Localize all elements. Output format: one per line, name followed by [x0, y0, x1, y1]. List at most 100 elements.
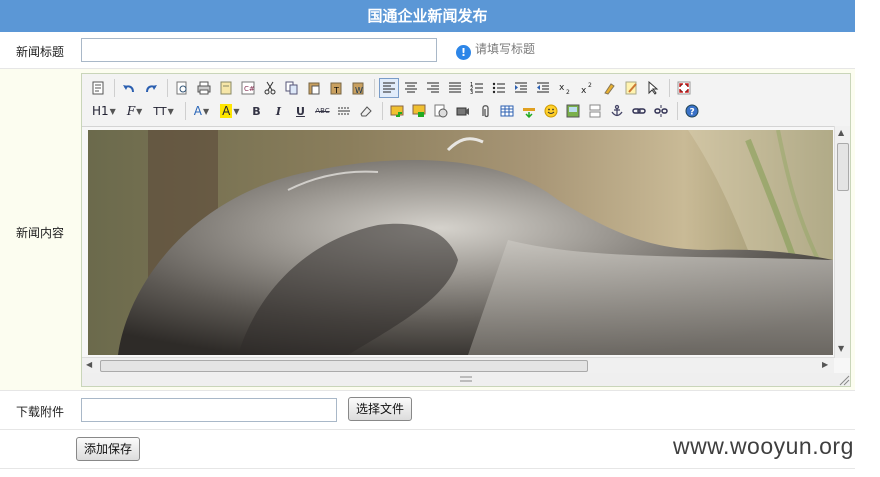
info-icon: !: [456, 45, 471, 60]
redo-icon[interactable]: [141, 78, 161, 98]
cut-icon[interactable]: [260, 78, 280, 98]
align-left-icon[interactable]: [379, 78, 399, 98]
hr-icon[interactable]: [334, 101, 354, 121]
title-hint: ! 请填写标题: [456, 40, 536, 60]
insert-hr-icon[interactable]: [519, 101, 539, 121]
toolbar-separator: [382, 102, 384, 120]
paste-text-icon[interactable]: T: [326, 78, 346, 98]
horizontal-scroll-thumb[interactable]: [100, 360, 588, 372]
font-size-dropdown[interactable]: TT ▼: [149, 101, 177, 121]
fullscreen-icon[interactable]: [674, 78, 694, 98]
editor-content-area[interactable]: [88, 130, 833, 355]
link-icon[interactable]: [629, 101, 649, 121]
chevron-down-icon: ▼: [167, 106, 174, 116]
title-hint-text: 请填写标题: [475, 42, 536, 56]
title-input[interactable]: [81, 38, 437, 62]
editor-toolbar: C# T W 123 x2 x2 H1 ▼ F ▼ TT ▼ A ▼ A ▼ B…: [82, 74, 850, 127]
font-family-dropdown-label: F: [126, 104, 136, 118]
flash-icon[interactable]: [431, 101, 451, 121]
font-family-dropdown[interactable]: F ▼: [123, 101, 146, 121]
scroll-right-icon[interactable]: ▶: [822, 360, 828, 369]
scroll-up-icon[interactable]: ▲: [838, 128, 844, 137]
justify-icon[interactable]: [445, 78, 465, 98]
scroll-down-icon[interactable]: ▼: [838, 344, 844, 353]
highlight-dropdown[interactable]: A ▼: [216, 101, 243, 121]
code-icon[interactable]: C#: [238, 78, 258, 98]
chevron-down-icon: ▼: [136, 106, 143, 116]
font-size-dropdown-label: TT: [153, 104, 167, 118]
svg-text:2: 2: [588, 82, 592, 89]
emoticon-icon[interactable]: [541, 101, 561, 121]
title-row: 新闻标题 ! 请填写标题: [0, 32, 855, 69]
attachment-label: 下载附件: [15, 405, 64, 419]
file-path-input[interactable]: [81, 398, 337, 422]
vertical-scroll-thumb[interactable]: [837, 143, 849, 191]
template-icon[interactable]: [216, 78, 236, 98]
indent-icon[interactable]: [511, 78, 531, 98]
heading-dropdown[interactable]: H1 ▼: [88, 101, 120, 121]
preview-icon[interactable]: [172, 78, 192, 98]
paste-icon[interactable]: [304, 78, 324, 98]
align-right-icon[interactable]: [423, 78, 443, 98]
toolbar-row-1: C# T W 123 x2 x2: [88, 77, 696, 99]
content-row: 新闻内容 C# T W 1 2 3 x 2 x 2 H1 ▼ F ▼ TT ▼ …: [0, 69, 855, 391]
svg-text:2: 2: [566, 89, 570, 95]
help-icon[interactable]: ?: [682, 101, 702, 121]
heading-dropdown-label: H1: [92, 104, 109, 118]
media-icon[interactable]: [453, 101, 473, 121]
clear-format-icon[interactable]: [599, 78, 619, 98]
attachment-row: 下载附件 选择文件: [0, 391, 855, 430]
attachment-icon[interactable]: [475, 101, 495, 121]
outdent-icon[interactable]: [533, 78, 553, 98]
svg-text:W: W: [355, 86, 363, 95]
svg-text:C#: C#: [244, 85, 255, 93]
underline-button[interactable]: U: [290, 101, 310, 121]
ordered-list-icon[interactable]: 123: [467, 78, 487, 98]
toolbar-separator: [184, 102, 186, 120]
underline-button-label: U: [296, 104, 305, 118]
vertical-scrollbar[interactable]: ▲ ▼: [834, 126, 850, 358]
undo-icon[interactable]: [119, 78, 139, 98]
anchor-icon[interactable]: [607, 101, 627, 121]
toolbar-separator: [677, 102, 679, 120]
strikethrough-button[interactable]: ABC: [312, 101, 332, 121]
page-title: 国通企业新闻发布: [0, 0, 855, 32]
toolbar-row-2: H1 ▼ F ▼ TT ▼ A ▼ A ▼ B I U ABC ?: [88, 100, 704, 122]
koala-photo: [88, 130, 833, 355]
superscript-icon[interactable]: x2: [577, 78, 597, 98]
eraser-icon[interactable]: [356, 101, 376, 121]
copy-icon[interactable]: [282, 78, 302, 98]
multi-image-icon[interactable]: [409, 101, 429, 121]
highlight-dropdown-label: A: [220, 104, 233, 118]
bold-button[interactable]: B: [246, 101, 266, 121]
bold-button-label: B: [252, 104, 261, 118]
strikethrough-button-label: ABC: [315, 107, 330, 115]
paste-word-icon[interactable]: W: [348, 78, 368, 98]
picture-icon[interactable]: [563, 101, 583, 121]
toolbar-separator: [114, 79, 115, 97]
print-icon[interactable]: [194, 78, 214, 98]
editor-resize-handle[interactable]: [82, 373, 850, 386]
font-color-dropdown[interactable]: A ▼: [190, 101, 213, 121]
align-center-icon[interactable]: [401, 78, 421, 98]
horizontal-scrollbar[interactable]: ◀ ▶: [82, 357, 834, 373]
scroll-left-icon[interactable]: ◀: [86, 360, 92, 369]
page-break-icon[interactable]: [585, 101, 605, 121]
title-label: 新闻标题: [15, 45, 64, 59]
choose-file-button[interactable]: 选择文件: [348, 397, 413, 421]
image-icon[interactable]: [387, 101, 407, 121]
unordered-list-icon[interactable]: [489, 78, 509, 98]
unlink-icon[interactable]: [651, 101, 671, 121]
select-all-icon[interactable]: [621, 78, 641, 98]
source-icon[interactable]: [88, 78, 108, 98]
italic-button[interactable]: I: [268, 101, 288, 121]
subscript-icon[interactable]: x2: [555, 78, 575, 98]
pointer-icon[interactable]: [643, 78, 663, 98]
save-button[interactable]: 添加保存: [76, 437, 141, 461]
toolbar-separator: [374, 79, 375, 97]
svg-text:?: ?: [690, 108, 695, 118]
news-publish-form: 国通企业新闻发布 新闻标题 ! 请填写标题 新闻内容 C# T W 1 2 3 …: [0, 0, 855, 469]
svg-text:T: T: [333, 86, 339, 95]
table-icon[interactable]: [497, 101, 517, 121]
chevron-down-icon: ▼: [202, 106, 210, 116]
